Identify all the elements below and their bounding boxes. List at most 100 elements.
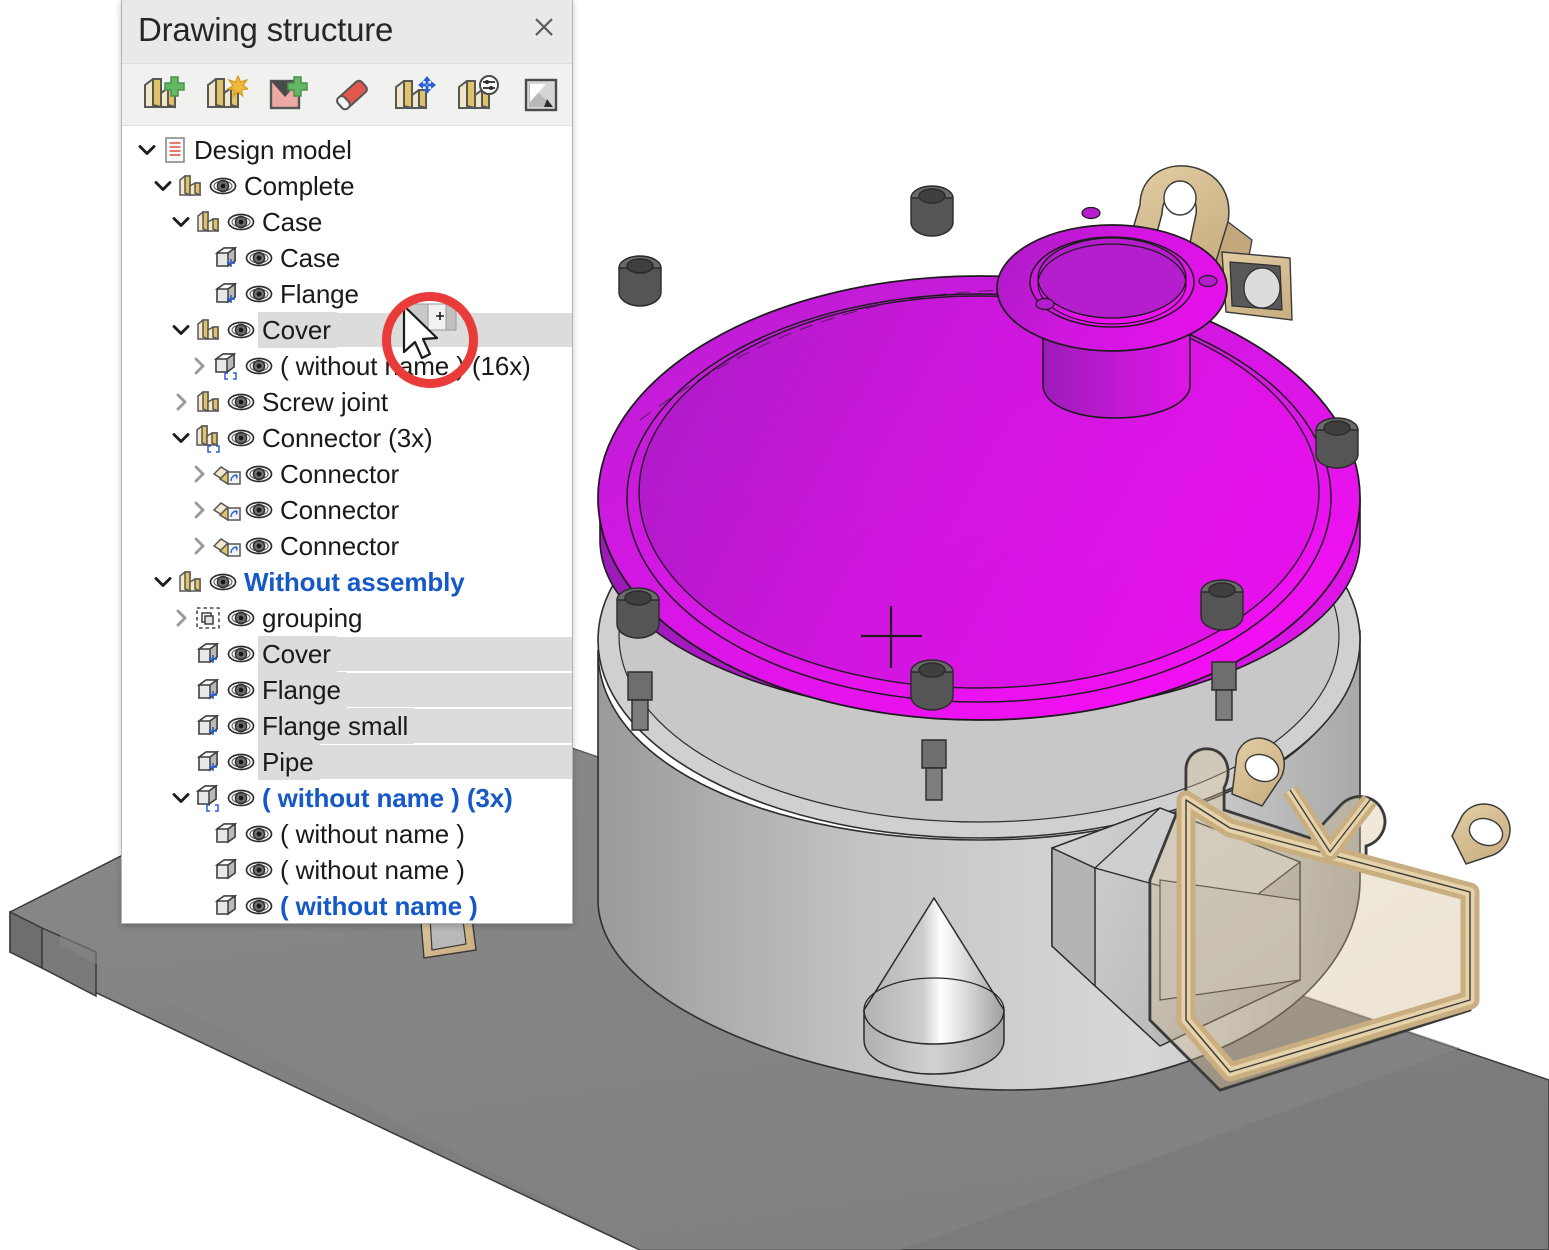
chevron-right-icon[interactable] xyxy=(186,528,212,564)
part-plain-icon xyxy=(212,852,242,888)
tree-row[interactable]: ( without name ) xyxy=(122,816,572,852)
tree-row-label: Connector xyxy=(276,528,405,564)
tree-row[interactable]: ( without name ) (16x) xyxy=(122,348,572,384)
drawing-structure-tree[interactable]: Design modelCompleteCaseCaseFlangeCover(… xyxy=(122,126,572,923)
part-multi-icon xyxy=(212,348,242,384)
drawing-structure-panel[interactable]: Drawing structure xyxy=(121,0,573,924)
add-drawing-icon[interactable] xyxy=(257,69,320,121)
part-multi-icon xyxy=(194,780,224,816)
contrast-icon[interactable] xyxy=(509,69,572,121)
close-icon[interactable] xyxy=(530,13,558,41)
tree-row[interactable]: Design model xyxy=(122,132,572,168)
visibility-eye-icon[interactable] xyxy=(242,348,276,384)
assembly-properties-icon[interactable] xyxy=(446,69,509,121)
tree-row[interactable]: Connector xyxy=(122,456,572,492)
eraser-icon[interactable] xyxy=(320,69,383,121)
chevron-down-icon[interactable] xyxy=(168,780,194,816)
visibility-eye-icon[interactable] xyxy=(242,888,276,923)
visibility-eye-icon[interactable] xyxy=(242,852,276,888)
document-icon xyxy=(160,132,190,168)
chevron-spacer xyxy=(186,852,212,888)
tree-row-label: Case xyxy=(258,204,328,240)
visibility-eye-icon[interactable] xyxy=(206,168,240,204)
tree-row[interactable]: ( without name ) xyxy=(122,888,572,923)
chevron-spacer xyxy=(168,636,194,672)
tree-row-label: Screw joint xyxy=(258,384,394,420)
tree-row-label: Flange xyxy=(258,672,347,708)
visibility-eye-icon[interactable] xyxy=(224,672,258,708)
tree-row[interactable]: Connector xyxy=(122,528,572,564)
chevron-right-icon[interactable] xyxy=(168,384,194,420)
chevron-right-icon[interactable] xyxy=(186,348,212,384)
chevron-down-icon[interactable] xyxy=(168,420,194,456)
chevron-right-icon[interactable] xyxy=(186,456,212,492)
chevron-spacer xyxy=(168,744,194,780)
tree-row-label: Cover xyxy=(258,636,337,672)
panel-titlebar: Drawing structure xyxy=(122,0,572,64)
chevron-spacer xyxy=(168,708,194,744)
tree-row[interactable]: ( without name ) (3x) xyxy=(122,780,572,816)
tree-row-label: Connector xyxy=(276,456,405,492)
chevron-down-icon[interactable] xyxy=(134,132,160,168)
visibility-eye-icon[interactable] xyxy=(206,564,240,600)
tree-row-label: Flange xyxy=(276,276,365,312)
visibility-eye-icon[interactable] xyxy=(242,456,276,492)
tree-row-label: Case xyxy=(276,240,346,276)
visibility-eye-icon[interactable] xyxy=(224,600,258,636)
tree-row[interactable]: Without assembly xyxy=(122,564,572,600)
chevron-spacer xyxy=(186,276,212,312)
visibility-eye-icon[interactable] xyxy=(224,780,258,816)
tree-row[interactable]: Complete xyxy=(122,168,572,204)
part-icon xyxy=(194,744,224,780)
chevron-down-icon[interactable] xyxy=(150,168,176,204)
visibility-eye-icon[interactable] xyxy=(224,636,258,672)
assembly-icon xyxy=(194,312,224,348)
annotation-ring xyxy=(382,292,478,388)
part-icon xyxy=(194,636,224,672)
visibility-eye-icon[interactable] xyxy=(224,744,258,780)
visibility-eye-icon[interactable] xyxy=(242,528,276,564)
tree-row-label: Connector (3x) xyxy=(258,420,439,456)
new-assembly-icon[interactable] xyxy=(131,69,194,121)
visibility-eye-icon[interactable] xyxy=(224,204,258,240)
chevron-down-icon[interactable] xyxy=(150,564,176,600)
part-icon xyxy=(212,240,242,276)
chevron-down-icon[interactable] xyxy=(168,204,194,240)
part-plain-icon xyxy=(212,816,242,852)
tree-row[interactable]: ( without name ) xyxy=(122,852,572,888)
tree-row-label: Complete xyxy=(240,168,360,204)
assembly-icon xyxy=(176,168,206,204)
chevron-down-icon[interactable] xyxy=(168,312,194,348)
part-plain-icon xyxy=(212,888,242,923)
tree-row[interactable]: Screw joint xyxy=(122,384,572,420)
visibility-eye-icon[interactable] xyxy=(242,492,276,528)
assembly-multi-icon xyxy=(194,420,224,456)
visibility-eye-icon[interactable] xyxy=(224,312,258,348)
connector-icon xyxy=(212,492,242,528)
new-assembly-star-icon[interactable] xyxy=(194,69,257,121)
chevron-spacer xyxy=(186,888,212,923)
tree-row[interactable]: Connector (3x) xyxy=(122,420,572,456)
tree-row-label: ( without name ) (3x) xyxy=(258,780,519,816)
tree-row[interactable]: Case xyxy=(122,240,572,276)
move-assembly-icon[interactable] xyxy=(383,69,446,121)
chevron-spacer xyxy=(168,672,194,708)
tree-row-label: Design model xyxy=(190,132,358,168)
assembly-icon xyxy=(176,564,206,600)
tree-row-label: Without assembly xyxy=(240,564,471,600)
visibility-eye-icon[interactable] xyxy=(224,708,258,744)
visibility-eye-icon[interactable] xyxy=(224,420,258,456)
tree-row[interactable]: Flange xyxy=(122,276,572,312)
tree-row-label: ( without name ) xyxy=(276,888,484,923)
visibility-eye-icon[interactable] xyxy=(242,240,276,276)
chevron-right-icon[interactable] xyxy=(168,600,194,636)
visibility-eye-icon[interactable] xyxy=(242,276,276,312)
visibility-eye-icon[interactable] xyxy=(224,384,258,420)
tree-row[interactable]: Connector xyxy=(122,492,572,528)
tree-row[interactable]: grouping xyxy=(122,600,572,636)
tree-row-label: Flange small xyxy=(258,708,414,744)
visibility-eye-icon[interactable] xyxy=(242,816,276,852)
tree-row[interactable]: Case xyxy=(122,204,572,240)
chevron-right-icon[interactable] xyxy=(186,492,212,528)
grouping-icon xyxy=(194,600,224,636)
